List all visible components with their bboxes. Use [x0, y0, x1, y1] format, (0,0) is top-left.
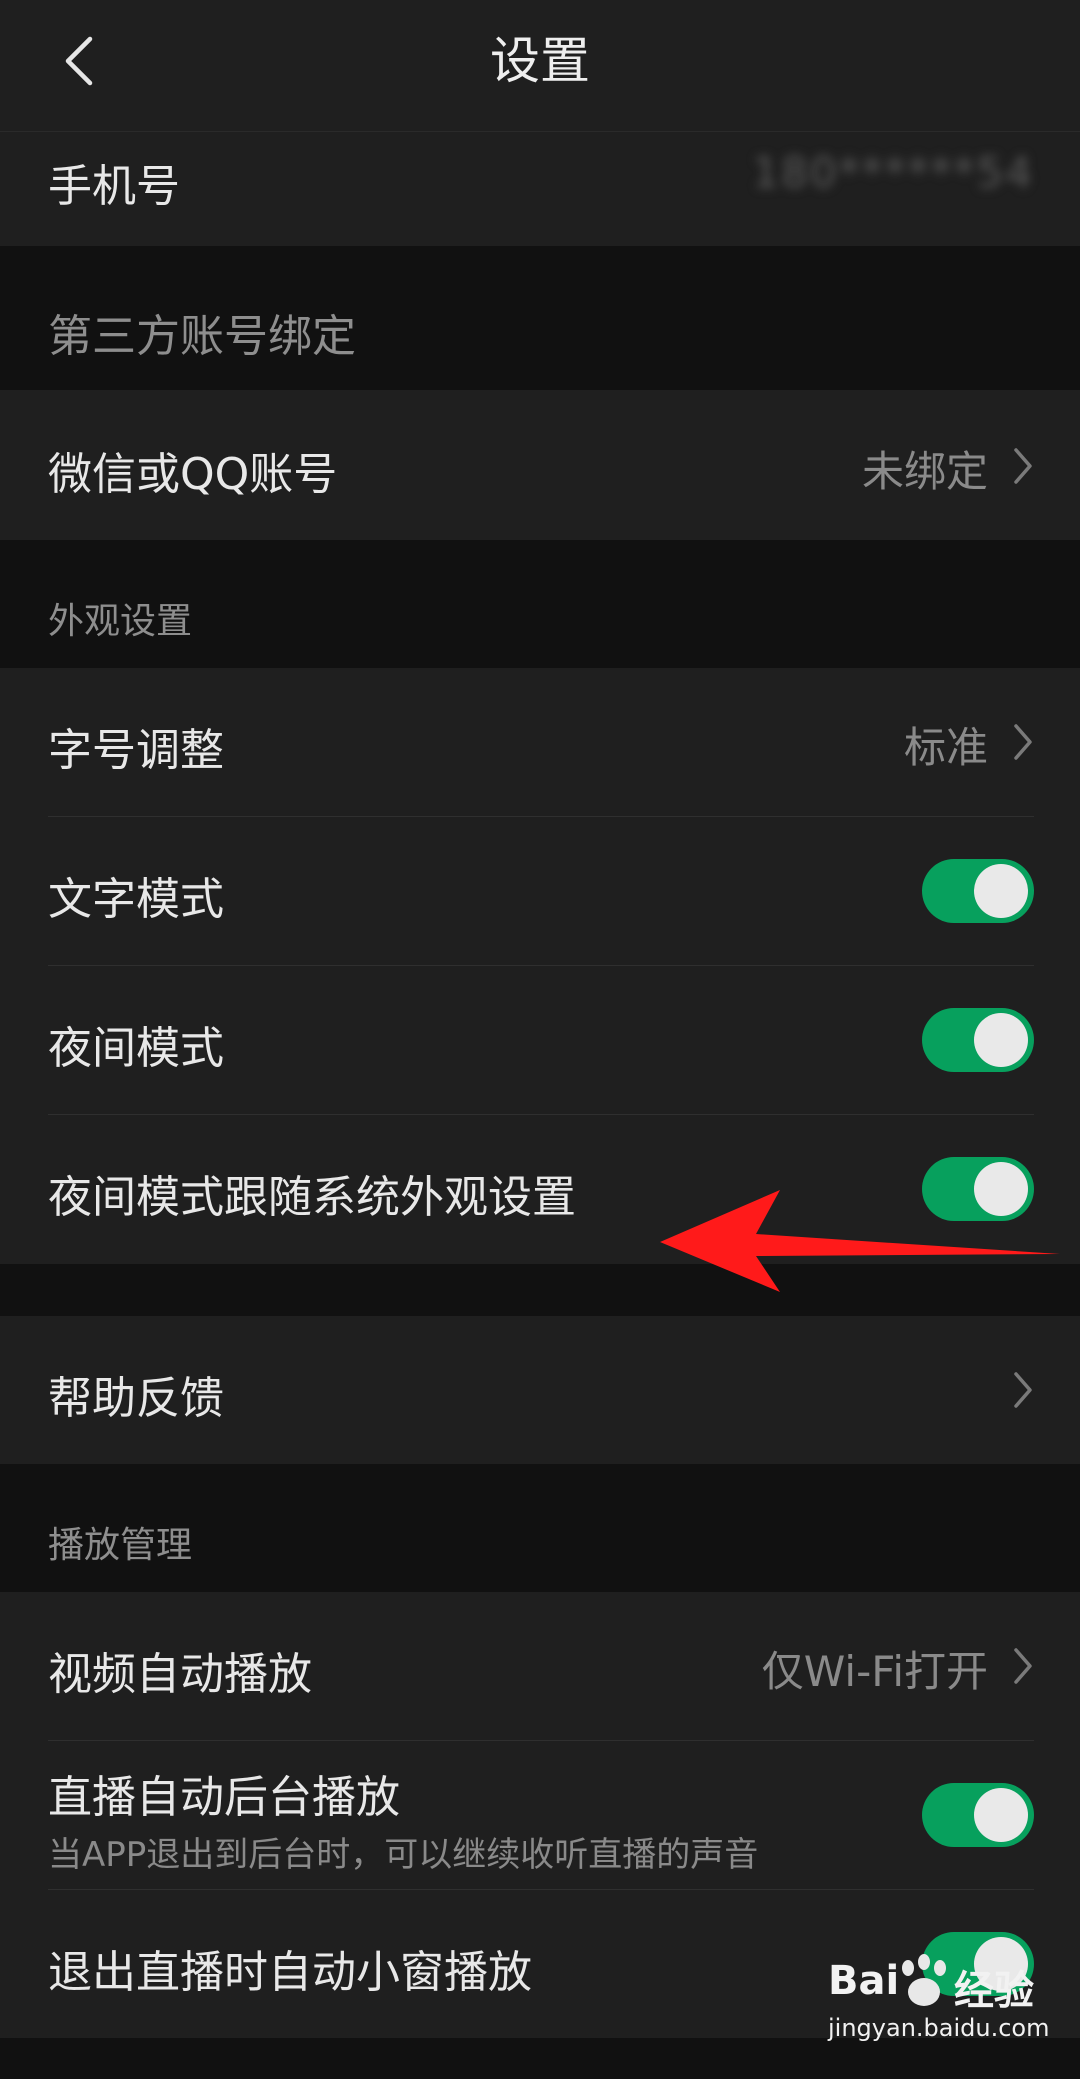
top-bar: 设置	[0, 0, 1080, 132]
font-size-label: 字号调整	[48, 725, 224, 776]
paw-icon	[902, 1954, 946, 2006]
night-mode-label: 夜间模式	[48, 1023, 224, 1074]
night-mode-row: 夜间模式	[0, 966, 1080, 1114]
text-mode-row: 文字模式	[0, 817, 1080, 965]
baidu-jingyan-watermark: Bai 经验 jingyan.baidu.com	[820, 1950, 1060, 2060]
live-background-subtitle: 当APP退出到后台时，可以继续收听直播的声音	[48, 1835, 759, 1875]
section-third-party: 第三方账号绑定	[48, 311, 356, 362]
live-background-row: 直播自动后台播放 当APP退出到后台时，可以继续收听直播的声音	[0, 1741, 1080, 1889]
wechat-qq-value: 未绑定	[861, 447, 988, 496]
toggle-knob	[974, 1013, 1028, 1067]
section-playback: 播放管理	[48, 1525, 193, 1566]
appearance-group: 字号调整 标准 文字模式 夜间模式 夜间模式跟随系统外观设置	[0, 668, 1080, 1264]
font-size-row[interactable]: 字号调整 标准	[0, 668, 1080, 816]
wechat-qq-label: 微信或QQ账号	[48, 449, 338, 500]
night-mode-toggle[interactable]	[922, 1008, 1034, 1072]
page-title: 设置	[490, 32, 590, 90]
toggle-knob	[974, 864, 1028, 918]
font-size-value: 标准	[903, 723, 988, 772]
watermark-url: jingyan.baidu.com	[828, 2014, 1050, 2042]
wechat-qq-row[interactable]: 微信或QQ账号 未绑定	[0, 390, 1080, 540]
phone-value: 180******54	[752, 148, 1034, 197]
watermark-brand: Bai	[828, 1958, 900, 2004]
chevron-right-icon	[1014, 1372, 1032, 1408]
chevron-right-icon	[1014, 1648, 1032, 1684]
watermark-brand2: 经验	[954, 1968, 1034, 2014]
video-autoplay-value: 仅Wi-Fi打开	[761, 1647, 988, 1696]
video-autoplay-row[interactable]: 视频自动播放 仅Wi-Fi打开	[0, 1592, 1080, 1740]
night-follow-system-label: 夜间模式跟随系统外观设置	[48, 1172, 576, 1223]
help-feedback-label: 帮助反馈	[48, 1373, 224, 1424]
text-mode-toggle[interactable]	[922, 859, 1034, 923]
help-feedback-row[interactable]: 帮助反馈	[0, 1316, 1080, 1464]
text-mode-label: 文字模式	[48, 874, 224, 925]
live-background-label: 直播自动后台播放	[48, 1772, 400, 1823]
live-mini-window-label: 退出直播时自动小窗播放	[48, 1947, 532, 1998]
toggle-knob	[974, 1788, 1028, 1842]
video-autoplay-label: 视频自动播放	[48, 1649, 312, 1700]
phone-label: 手机号	[48, 161, 180, 212]
chevron-right-icon	[1014, 724, 1032, 760]
chevron-right-icon	[1014, 448, 1032, 484]
section-appearance: 外观设置	[48, 601, 193, 642]
annotation-arrow-icon	[660, 1190, 1060, 1292]
live-background-toggle[interactable]	[922, 1783, 1034, 1847]
